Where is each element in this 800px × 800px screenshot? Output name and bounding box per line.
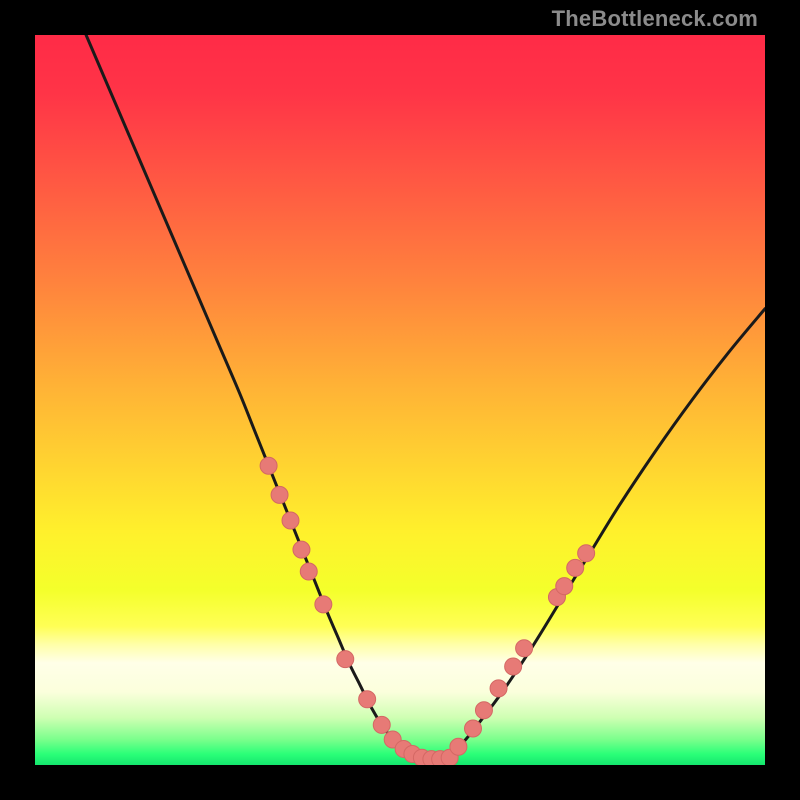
curve-marker <box>475 702 492 719</box>
curve-marker <box>450 738 467 755</box>
curve-marker <box>373 716 390 733</box>
curve-markers <box>260 457 595 765</box>
curve-marker <box>516 640 533 657</box>
curve-marker <box>490 680 507 697</box>
curve-marker <box>293 541 310 558</box>
curve-marker <box>556 578 573 595</box>
curve-marker <box>567 559 584 576</box>
chart-svg <box>35 35 765 765</box>
bottleneck-curve <box>86 35 765 762</box>
curve-marker <box>578 545 595 562</box>
curve-marker <box>505 658 522 675</box>
curve-marker <box>282 512 299 529</box>
chart-frame: TheBottleneck.com <box>0 0 800 800</box>
curve-marker <box>260 457 277 474</box>
plot-area <box>35 35 765 765</box>
curve-marker <box>465 720 482 737</box>
curve-marker <box>300 563 317 580</box>
curve-marker <box>271 486 288 503</box>
curve-marker <box>337 651 354 668</box>
curve-marker <box>315 596 332 613</box>
watermark-text: TheBottleneck.com <box>552 6 758 32</box>
curve-marker <box>359 691 376 708</box>
